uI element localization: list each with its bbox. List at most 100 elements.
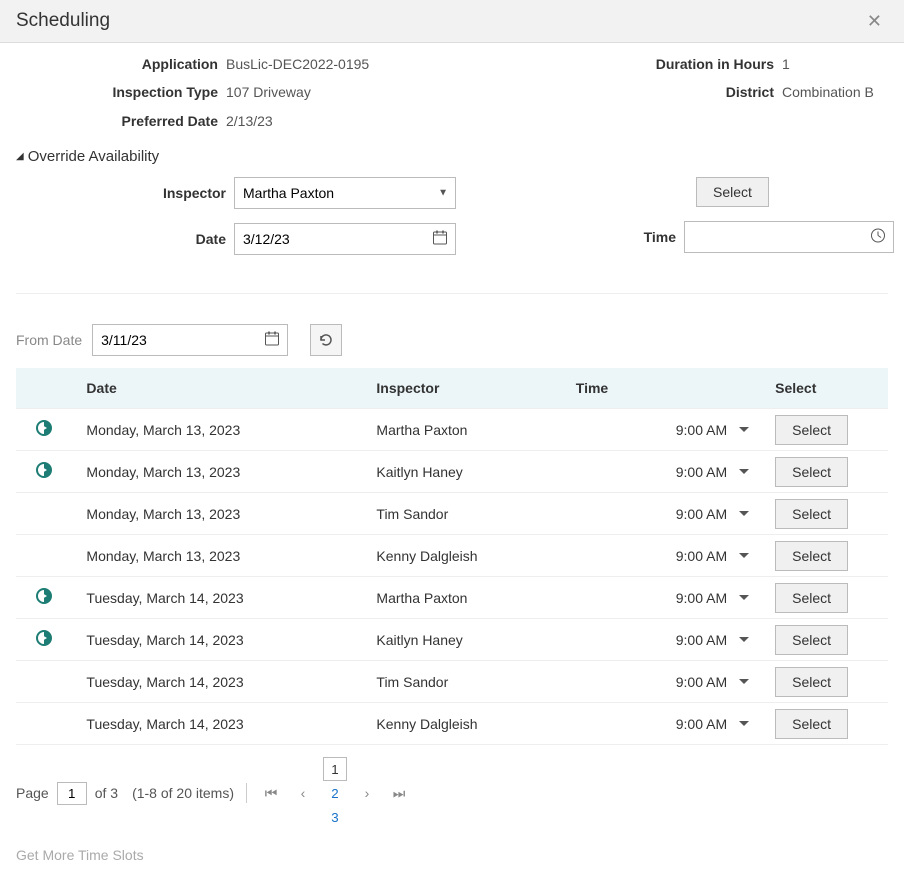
row-select-button[interactable]: Select [775, 541, 848, 571]
cell-date: Tuesday, March 14, 2023 [78, 703, 368, 745]
duration-label: Duration in Hours [452, 53, 782, 75]
chevron-right-icon: › [365, 785, 370, 801]
preferred-date-label: Preferred Date [16, 110, 226, 132]
time-dropdown-icon[interactable] [739, 427, 749, 432]
duration-value: 1 [782, 53, 790, 75]
from-date-input[interactable] [92, 324, 288, 356]
inspector-label: Inspector [16, 185, 234, 201]
info-panel: Application BusLic-DEC2022-0195 Inspecti… [16, 53, 888, 138]
cell-date: Monday, March 13, 2023 [78, 409, 368, 451]
calendar-icon[interactable] [264, 331, 280, 350]
last-icon: ⏭ [393, 785, 406, 802]
cell-date: Monday, March 13, 2023 [78, 535, 368, 577]
calendar-icon[interactable] [432, 230, 448, 249]
inspector-select[interactable]: ▼ [234, 177, 456, 209]
close-button[interactable]: ✕ [861, 11, 888, 32]
row-select-button[interactable]: Select [775, 415, 848, 445]
cell-inspector: Kaitlyn Haney [368, 619, 567, 661]
cell-time: 9:00 AM [676, 674, 727, 690]
cell-date: Tuesday, March 14, 2023 [78, 619, 368, 661]
cell-time: 9:00 AM [676, 590, 727, 606]
table-row: Monday, March 13, 2023Kaitlyn Haney 9:00 … [16, 451, 888, 493]
time-dropdown-icon[interactable] [739, 511, 749, 516]
application-label: Application [16, 53, 226, 75]
table-header-row: Date Inspector Time Select [16, 368, 888, 409]
cell-time: 9:00 AM [676, 422, 727, 438]
cell-time: 9:00 AM [676, 548, 727, 564]
row-select-button[interactable]: Select [775, 457, 848, 487]
page-next-button[interactable]: › [355, 781, 379, 805]
application-value: BusLic-DEC2022-0195 [226, 53, 369, 75]
dialog-title: Scheduling [16, 10, 110, 32]
override-section-toggle[interactable]: ◢ Override Availability [16, 148, 888, 165]
cell-date: Tuesday, March 14, 2023 [78, 577, 368, 619]
time-dropdown-icon[interactable] [739, 595, 749, 600]
cell-inspector: Kenny Dalgleish [368, 703, 567, 745]
page-number-2[interactable]: 2 [323, 781, 347, 805]
row-select-button[interactable]: Select [775, 667, 848, 697]
col-date: Date [78, 368, 368, 409]
col-time: Time [568, 368, 767, 409]
cell-date: Monday, March 13, 2023 [78, 493, 368, 535]
page-last-button[interactable]: ⏭ [387, 781, 411, 805]
override-select-button[interactable]: Select [696, 177, 769, 207]
chevron-left-icon: ‹ [301, 785, 306, 801]
from-date-label: From Date [16, 332, 82, 348]
time-dropdown-icon[interactable] [739, 553, 749, 558]
page-number-1[interactable]: 1 [323, 757, 347, 781]
preferred-date-value: 2/13/23 [226, 110, 273, 132]
col-inspector: Inspector [368, 368, 567, 409]
override-date-input[interactable] [234, 223, 456, 255]
cell-time: 9:00 AM [676, 632, 727, 648]
table-row: Tuesday, March 14, 2023Martha Paxton 9:00… [16, 577, 888, 619]
inspection-type-value: 107 Driveway [226, 81, 311, 103]
slots-table: Date Inspector Time Select Monday, March… [16, 368, 888, 745]
page-input[interactable] [57, 782, 87, 805]
cell-date: Tuesday, March 14, 2023 [78, 661, 368, 703]
override-date-label: Date [16, 231, 234, 247]
page-of: of 3 [95, 785, 118, 801]
table-row: Monday, March 13, 2023Martha Paxton9:00 … [16, 409, 888, 451]
time-dropdown-icon[interactable] [739, 637, 749, 642]
time-dropdown-icon[interactable] [739, 679, 749, 684]
collapse-icon: ◢ [16, 151, 24, 162]
cell-inspector: Tim Sandor [368, 661, 567, 703]
row-select-button[interactable]: Select [775, 625, 848, 655]
get-more-time-slots-link[interactable]: Get More Time Slots [16, 833, 888, 863]
district-value: Combination B [782, 81, 874, 103]
table-row: Monday, March 13, 2023Kenny Dalgleish9:0… [16, 535, 888, 577]
refresh-button[interactable] [310, 324, 342, 356]
override-time-input[interactable] [684, 221, 894, 253]
cell-time: 9:00 AM [676, 464, 727, 480]
inspector-select-value[interactable] [234, 177, 456, 209]
cell-inspector: Kaitlyn Haney [368, 451, 567, 493]
override-time-label: Time [506, 229, 684, 245]
cell-time: 9:00 AM [676, 716, 727, 732]
table-row: Monday, March 13, 2023Tim Sandor 9:00 AM S… [16, 493, 888, 535]
page-first-button[interactable]: ⏮ [259, 781, 283, 805]
row-select-button[interactable]: Select [775, 709, 848, 739]
first-icon: ⏮ [265, 785, 278, 802]
district-label: District [452, 81, 782, 103]
cell-time: 9:00 AM [676, 506, 727, 522]
col-select: Select [767, 368, 888, 409]
cell-inspector: Tim Sandor [368, 493, 567, 535]
page-prev-button[interactable]: ‹ [291, 781, 315, 805]
divider [16, 293, 888, 294]
time-dropdown-icon[interactable] [739, 469, 749, 474]
table-row: Tuesday, March 14, 2023Tim Sandor 9:00 AM… [16, 661, 888, 703]
row-select-button[interactable]: Select [775, 583, 848, 613]
refresh-icon [318, 332, 334, 348]
dialog-header: Scheduling ✕ [0, 0, 904, 43]
override-time-input-wrap [684, 221, 894, 253]
status-icon [36, 423, 52, 439]
inspection-type-label: Inspection Type [16, 81, 226, 103]
cell-date: Monday, March 13, 2023 [78, 451, 368, 493]
override-date-input-wrap [234, 223, 456, 255]
cell-inspector: Martha Paxton [368, 577, 567, 619]
clock-icon[interactable] [870, 228, 886, 247]
table-row: Tuesday, March 14, 2023Kenny Dalgleish 9:… [16, 703, 888, 745]
time-dropdown-icon[interactable] [739, 721, 749, 726]
row-select-button[interactable]: Select [775, 499, 848, 529]
page-number-3[interactable]: 3 [323, 805, 347, 829]
